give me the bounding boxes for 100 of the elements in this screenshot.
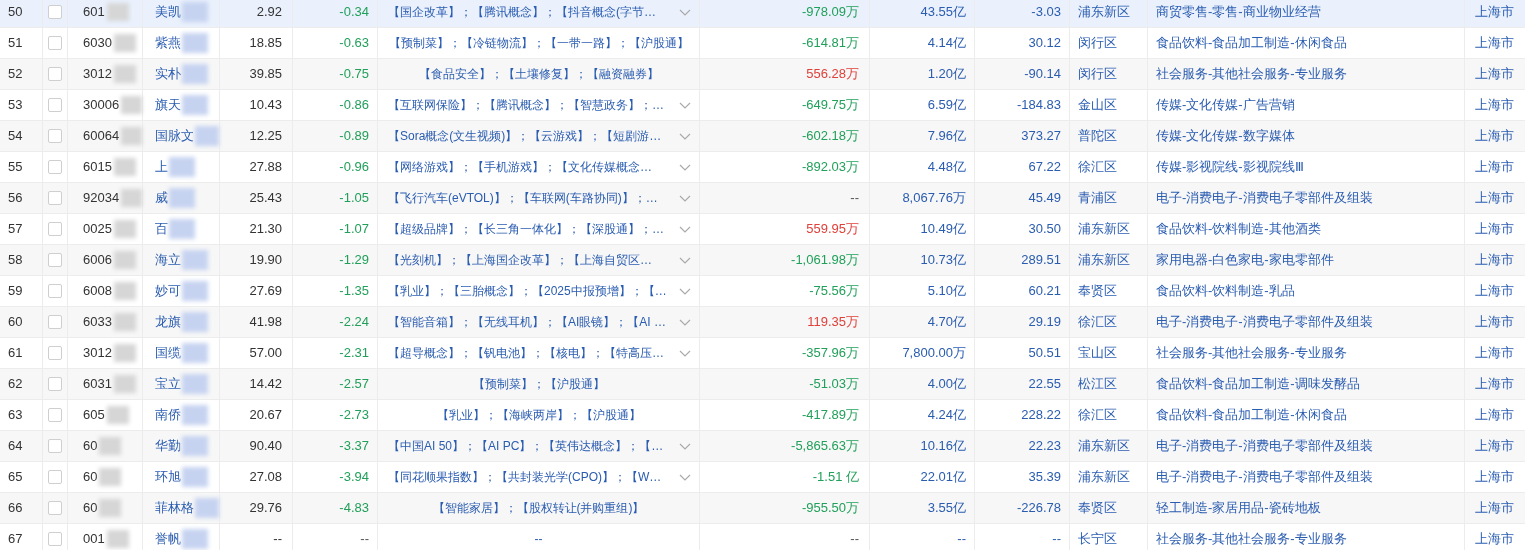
chevron-down-icon[interactable]	[679, 101, 691, 109]
price-cell-text: 2.92	[256, 3, 282, 22]
checkbox[interactable]	[48, 129, 62, 143]
stock-name-link[interactable]: 美凯	[155, 2, 181, 22]
table-row[interactable]: 64 60 华勤 90.40 -3.37 【中国AI 50】；【AI PC】；【英伟达概念】；【… -5,865.63万 10.16亿 22.23 浦东新区 电子-消费电子-消费电子零部件及组装 上海市	[0, 431, 1525, 462]
table-row[interactable]: 62 6031 宝立 14.42 -2.57 【预制菜】；【沪股通】 -51.03万 4.00亿 22.55 松江区 食品饮料-食品加工制造-调味发酵品 上海市	[0, 369, 1525, 400]
pe-cell-text: 45.49	[1028, 189, 1061, 208]
table-row[interactable]: 50 601 美凯 2.92 -0.34 【国企改革】；【腾讯概念】；【抖音概念(字节… -978.09万 43.55亿 -3.03 浦东新区 商贸零售-零售-商业物业经营 上海市	[0, 0, 1525, 28]
market-cap-cell-text: 7,800.00万	[902, 344, 966, 363]
price-cell-text: 90.40	[249, 437, 282, 456]
checkbox[interactable]	[48, 67, 62, 81]
row-number: 55	[8, 158, 23, 177]
table-row[interactable]: 55 6015 上 27.88 -0.96 【网络游戏】；【手机游戏】；【文化传媒概念… -892.03万 4.48亿 67.22 徐汇区 传媒-影视院线-影视院线Ⅲ 上海市	[0, 152, 1525, 183]
city-cell-text: 上海市	[1475, 158, 1514, 177]
checkbox[interactable]	[48, 470, 62, 484]
net-flow-cell-text: -75.56万	[809, 282, 859, 301]
stock-name-link[interactable]: 威	[155, 188, 168, 208]
stock-name-link[interactable]: 宝立	[155, 374, 181, 394]
checkbox[interactable]	[48, 284, 62, 298]
checkbox[interactable]	[48, 501, 62, 515]
table-row[interactable]: 53 30006 旗天 10.43 -0.86 【互联网保险】；【腾讯概念】；【智慧政务】；… -649.75万 6.59亿 -184.83 金山区 传媒-文化传媒-广告营销 上海市	[0, 90, 1525, 121]
table-row[interactable]: 65 60 环旭 27.08 -3.94 【同花顺果指数】；【共封装光学(CPO)】；【W… -1.51 亿 22.01亿 35.39 浦东新区 电子-消费电子-消费电子零部件及组装 上海市	[0, 462, 1525, 493]
chevron-down-icon[interactable]	[679, 8, 691, 16]
row-number: 54	[8, 127, 23, 146]
checkbox[interactable]	[48, 439, 62, 453]
checkbox[interactable]	[48, 346, 62, 360]
checkbox[interactable]	[48, 5, 62, 19]
district-cell-text: 闵行区	[1078, 34, 1117, 53]
change-cell-text: -2.24	[339, 313, 369, 332]
stock-code: 6006	[83, 251, 112, 270]
table-row[interactable]: 61 3012 国缆 57.00 -2.31 【超导概念】；【钒电池】；【核电】；【特高压… -357.96万 7,800.00万 50.51 宝山区 社会服务-其他社会服务-专业服务 上海市	[0, 338, 1525, 369]
table-row[interactable]: 66 60 菲林格 29.76 -4.83 【智能家居】；【股权转让(并购重组)】 -955.50万 3.55亿 -226.78 奉贤区 轻工制造-家居用品-瓷砖地板 上海市	[0, 493, 1525, 524]
city-cell-text: 上海市	[1475, 96, 1514, 115]
checkbox[interactable]	[48, 377, 62, 391]
table-row[interactable]: 56 92034 威 25.43 -1.05 【飞行汽车(eVTOL)】；【车联网(车路协同)】；… -- 8,067.76万 45.49 青浦区 电子-消费电子-消费电子零部件及组装 上海市	[0, 183, 1525, 214]
stock-name-link[interactable]: 环旭	[155, 467, 181, 487]
net-flow-cell-text: -357.96万	[801, 344, 859, 363]
checkbox[interactable]	[48, 191, 62, 205]
table-row[interactable]: 60 6033 龙旗 41.98 -2.24 【智能音箱】；【无线耳机】；【AI眼镜】；【AI … 119.35万 4.70亿 29.19 徐汇区 电子-消费电子-消费电子零部件及组装 上海市	[0, 307, 1525, 338]
stock-name-link[interactable]: 南侨	[155, 405, 181, 425]
stock-name-link[interactable]: 龙旗	[155, 312, 181, 332]
stock-name-link[interactable]: 妙可	[155, 281, 181, 301]
table-row[interactable]: 52 3012 实朴 39.85 -0.75 【食品安全】；【土壤修复】；【融资融券】 556.28万 1.20亿 -90.14 闵行区 社会服务-其他社会服务-专业服务 上海市	[0, 59, 1525, 90]
chevron-down-icon[interactable]	[679, 287, 691, 295]
district-cell-text: 徐汇区	[1078, 313, 1117, 332]
market-cap-cell-text: 10.16亿	[920, 437, 966, 456]
city-cell-text: 上海市	[1475, 375, 1514, 394]
stock-name-link[interactable]: 国脉文	[155, 126, 194, 146]
checkbox[interactable]	[48, 408, 62, 422]
stock-name-link[interactable]: 旗天	[155, 95, 181, 115]
stock-name-link[interactable]: 海立	[155, 250, 181, 270]
checkbox[interactable]	[48, 532, 62, 546]
chevron-down-icon[interactable]	[679, 349, 691, 357]
checkbox[interactable]	[48, 98, 62, 112]
chevron-down-icon[interactable]	[679, 318, 691, 326]
pe-cell-text: 30.12	[1028, 34, 1061, 53]
chevron-down-icon[interactable]	[679, 132, 691, 140]
pe-cell-text: 30.50	[1028, 220, 1061, 239]
concept-tags: 【超导概念】；【钒电池】；【核电】；【特高压…	[388, 344, 664, 362]
checkbox[interactable]	[48, 315, 62, 329]
table-row[interactable]: 63 605 南侨 20.67 -2.73 【乳业】；【海峡两岸】；【沪股通】 -417.89万 4.24亿 228.22 徐汇区 食品饮料-食品加工制造-休闲食品 上海市	[0, 400, 1525, 431]
checkbox[interactable]	[48, 160, 62, 174]
price-cell-text: 27.08	[249, 468, 282, 487]
table-row[interactable]: 59 6008 妙可 27.69 -1.35 【乳业】；【三胎概念】；【2025中报预增】；【… -75.56万 5.10亿 60.21 奉贤区 食品饮料-饮料制造-乳品 上海市	[0, 276, 1525, 307]
chevron-down-icon[interactable]	[679, 194, 691, 202]
blur-patch	[99, 499, 122, 517]
chevron-down-icon[interactable]	[679, 442, 691, 450]
table-row[interactable]: 54 60064 国脉文 12.25 -0.89 【Sora概念(文生视频)】；【云游戏】；【短剧游… -602.18万 7.96亿 373.27 普陀区 传媒-文化传媒-数字媒体 上海市	[0, 121, 1525, 152]
blur-patch	[182, 64, 208, 84]
table-row[interactable]: 57 0025 百 21.30 -1.07 【超级品牌】；【长三角一体化】；【深股通】；… 559.95万 10.49亿 30.50 浦东新区 食品饮料-饮料制造-其他酒类 上海市	[0, 214, 1525, 245]
stock-name-link[interactable]: 紫燕	[155, 33, 181, 53]
district-cell-text: 浦东新区	[1078, 3, 1130, 22]
table-row[interactable]: 51 6030 紫燕 18.85 -0.63 【预制菜】；【冷链物流】；【一带一路】；【沪股通】 -614.81万 4.14亿 30.12 闵行区 食品饮料-食品加工制造-休闲食品 上海市	[0, 28, 1525, 59]
stock-name-link[interactable]: 誉帆	[155, 529, 181, 549]
change-cell-text: -1.05	[339, 189, 369, 208]
chevron-down-icon[interactable]	[679, 163, 691, 171]
row-number: 50	[8, 3, 23, 22]
chevron-down-icon[interactable]	[679, 225, 691, 233]
stock-name-link[interactable]: 上	[155, 157, 168, 177]
checkbox[interactable]	[48, 36, 62, 50]
city-cell-text: 上海市	[1475, 282, 1514, 301]
stock-code: 0025	[83, 220, 112, 239]
chevron-down-icon[interactable]	[679, 256, 691, 264]
stock-name-link[interactable]: 实朴	[155, 64, 181, 84]
city-cell-text: 上海市	[1475, 3, 1514, 22]
stock-name-link[interactable]: 菲林格	[155, 498, 194, 518]
chevron-down-icon[interactable]	[679, 473, 691, 481]
stock-name-link[interactable]: 国缆	[155, 343, 181, 363]
stock-name-link[interactable]: 百	[155, 219, 168, 239]
checkbox[interactable]	[48, 253, 62, 267]
industry-cell-text: 传媒-文化传媒-数字媒体	[1156, 127, 1295, 146]
table-row[interactable]: 58 6006 海立 19.90 -1.29 【光刻机】；【上海国企改革】；【上海自贸区… -1,061.98万 10.73亿 289.51 浦东新区 家用电器-白色家电-家电零部件 上海市	[0, 245, 1525, 276]
market-cap-cell-text: 10.49亿	[920, 220, 966, 239]
stock-code: 001	[83, 530, 105, 549]
stock-name-link[interactable]: 华勤	[155, 436, 181, 456]
district-cell-text: 浦东新区	[1078, 251, 1130, 270]
checkbox[interactable]	[48, 222, 62, 236]
city-cell-text: 上海市	[1475, 220, 1514, 239]
net-flow-cell-text: --	[850, 189, 859, 208]
pe-cell-text: -226.78	[1016, 499, 1061, 518]
